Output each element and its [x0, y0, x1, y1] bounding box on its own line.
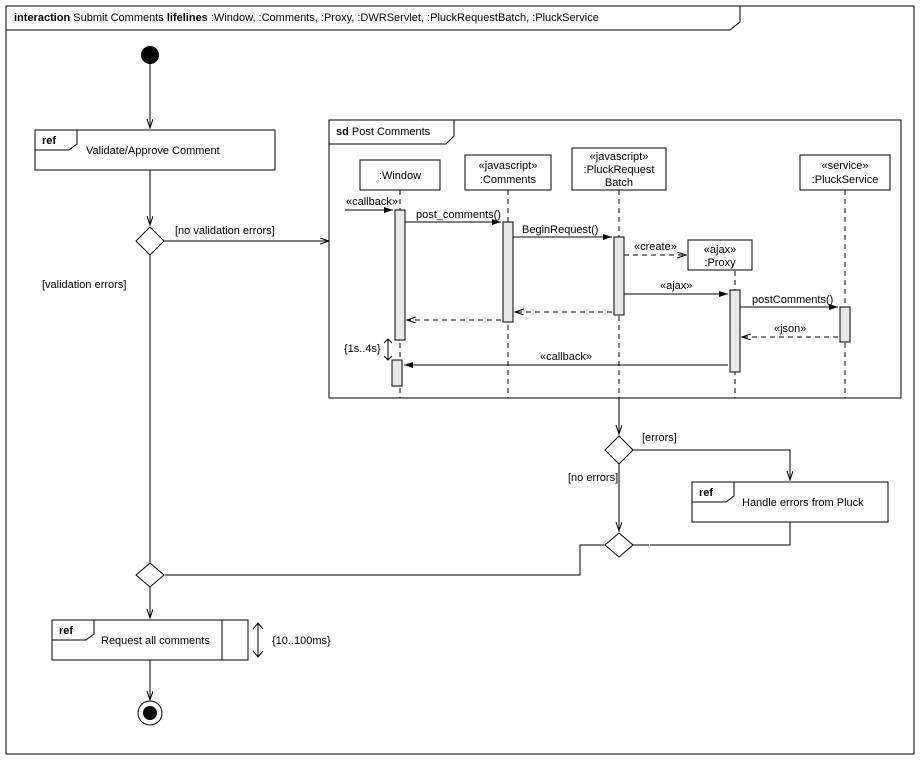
sd-post-comments: sd Post Comments :Window «javascript» :C…	[329, 120, 901, 398]
svg-text:«json»: «json»	[774, 323, 806, 335]
time-constraint: {1s..4s}	[344, 343, 381, 355]
svg-text:«javascript»: «javascript»	[479, 160, 538, 172]
svg-text:ref: ref	[699, 487, 713, 499]
svg-text:«ajax»: «ajax»	[704, 244, 736, 256]
activation-bar	[395, 210, 405, 340]
svg-text:«service»: «service»	[821, 160, 868, 172]
guard-label: [validation errors]	[42, 279, 126, 291]
svg-text::PluckRequest: :PluckRequest	[584, 164, 655, 176]
svg-text:«create»: «create»	[634, 241, 677, 253]
ref-label: Validate/Approve Comment	[86, 145, 220, 157]
guard-label: [no errors]	[568, 472, 618, 484]
ref-handle-errors: ref Handle errors from Pluck	[692, 482, 888, 522]
svg-text:«callback»: «callback»	[346, 196, 398, 208]
ref-label: Handle errors from Pluck	[742, 497, 864, 509]
svg-text:«ajax»: «ajax»	[660, 280, 692, 292]
svg-text::Window: :Window	[379, 170, 421, 182]
ref-label: Request all comments	[101, 635, 210, 647]
sd-label: sd Post Comments	[336, 126, 431, 138]
ref-kw: ref	[42, 135, 56, 147]
svg-text:ref: ref	[59, 625, 73, 637]
svg-text:postComments(): postComments()	[752, 294, 833, 306]
svg-text:Batch: Batch	[605, 177, 633, 189]
ref-request-all: ref Request all comments	[52, 620, 248, 660]
svg-text:«javascript»: «javascript»	[590, 151, 649, 163]
initial-node	[141, 46, 159, 64]
activation-bar	[730, 290, 740, 372]
svg-text::PluckService: :PluckService	[812, 174, 879, 186]
svg-text:BeginRequest(): BeginRequest()	[522, 224, 598, 236]
activation-bar	[840, 307, 850, 342]
ref-validate: ref Validate/Approve Comment	[35, 130, 275, 170]
svg-text:post_comments(): post_comments()	[416, 209, 501, 221]
svg-text::Proxy: :Proxy	[704, 257, 736, 269]
frame-title: interaction Submit Comments lifelines :W…	[14, 12, 599, 24]
activation-bar	[392, 360, 402, 386]
time-constraint: {10..100ms}	[272, 635, 331, 647]
activation-bar	[614, 237, 624, 315]
guard-label: [errors]	[642, 432, 677, 444]
guard-label: [no validation errors]	[175, 225, 275, 237]
svg-text:«callback»: «callback»	[540, 351, 592, 363]
svg-text::Comments: :Comments	[480, 174, 537, 186]
activation-bar	[503, 222, 513, 322]
interaction-overview-diagram: interaction Submit Comments lifelines :W…	[0, 0, 920, 760]
